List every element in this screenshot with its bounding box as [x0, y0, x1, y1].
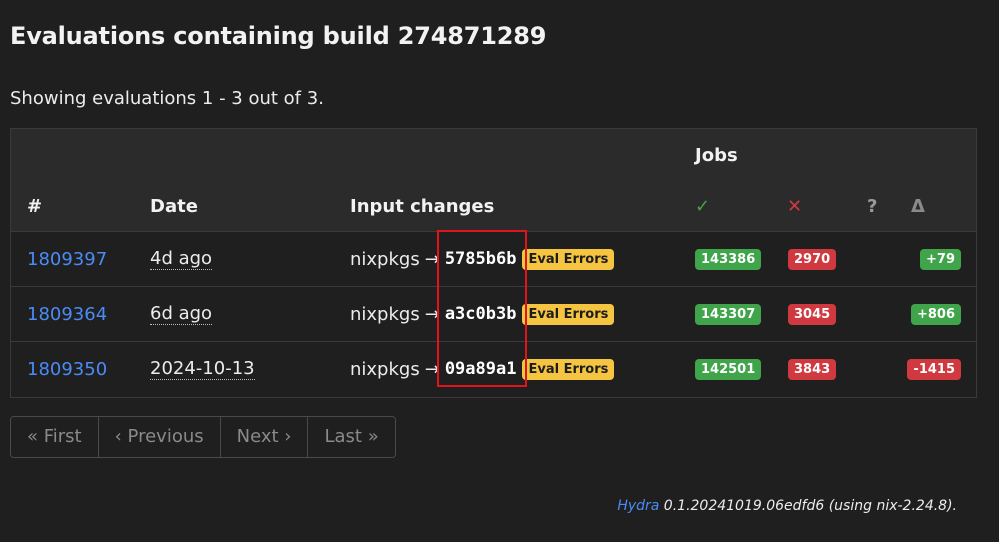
- arrow-right-icon: →: [424, 303, 440, 325]
- commit-hash: 5785b6b: [444, 249, 517, 269]
- pagination: « First ‹ Previous Next › Last »: [10, 416, 396, 458]
- delta-badge: +806: [910, 303, 961, 325]
- delta-icon: Δ: [911, 196, 925, 217]
- input-name: nixpkgs: [350, 248, 420, 270]
- succeeded-icon: ✓: [695, 196, 711, 217]
- arrow-right-icon: →: [424, 248, 440, 270]
- hydra-link[interactable]: Hydra: [617, 498, 659, 514]
- failed-count-badge[interactable]: 3045: [788, 303, 837, 325]
- footer: Hydra 0.1.20241019.06edfd6 (using nix-2.…: [617, 498, 957, 514]
- delta-badge: +79: [920, 248, 961, 270]
- first-page-button[interactable]: « First: [11, 417, 99, 457]
- previous-page-button[interactable]: ‹ Previous: [98, 417, 221, 457]
- table-row: 1809364 6d ago nixpkgs → a3c0b3b Eval Er…: [11, 287, 976, 342]
- commit-hash: a3c0b3b: [444, 304, 517, 324]
- version-text: 0.1.20241019.06edfd6 (using nix-2.24.8).: [659, 498, 957, 514]
- failed-icon: ✕: [787, 196, 803, 217]
- succeeded-count-badge[interactable]: 143386: [695, 248, 762, 270]
- last-page-button[interactable]: Last »: [308, 417, 395, 457]
- evaluation-date: 2024-10-13: [150, 357, 255, 380]
- failed-count-badge[interactable]: 2970: [788, 248, 837, 270]
- delta-badge: -1415: [907, 358, 961, 380]
- eval-errors-badge[interactable]: Eval Errors: [522, 358, 615, 380]
- date-header: Date: [150, 196, 198, 217]
- input-changes-header: Input changes: [350, 196, 495, 217]
- failed-count-badge[interactable]: 3843: [788, 358, 837, 380]
- input-name: nixpkgs: [350, 358, 420, 380]
- queued-icon: ?: [867, 196, 878, 217]
- evaluation-date: 4d ago: [150, 247, 213, 270]
- id-header: #: [27, 196, 43, 217]
- commit-hash: 09a89a1: [444, 359, 517, 379]
- evaluations-count-text: Showing evaluations 1 - 3 out of 3.: [10, 88, 324, 109]
- evaluation-link[interactable]: 1809364: [27, 304, 107, 325]
- next-page-button[interactable]: Next ›: [220, 417, 309, 457]
- table-row: 1809350 2024-10-13 nixpkgs → 09a89a1 Eva…: [11, 342, 976, 397]
- input-name: nixpkgs: [350, 303, 420, 325]
- eval-errors-badge[interactable]: Eval Errors: [522, 303, 615, 325]
- evaluation-link[interactable]: 1809397: [27, 249, 107, 270]
- eval-errors-badge[interactable]: Eval Errors: [522, 248, 615, 270]
- jobs-header: Jobs: [695, 145, 738, 166]
- succeeded-count-badge[interactable]: 142501: [695, 358, 762, 380]
- page-title: Evaluations containing build 274871289: [10, 22, 547, 50]
- table-row: 1809397 4d ago nixpkgs → 5785b6b Eval Er…: [11, 232, 976, 287]
- arrow-right-icon: →: [424, 358, 440, 380]
- evaluation-date: 6d ago: [150, 302, 213, 325]
- evaluation-link[interactable]: 1809350: [27, 359, 107, 380]
- table-header: Jobs # Date Input changes ✓ ✕ ? Δ: [11, 129, 976, 232]
- succeeded-count-badge[interactable]: 143307: [695, 303, 762, 325]
- evaluations-table: Jobs # Date Input changes ✓ ✕ ? Δ 180939…: [10, 128, 977, 398]
